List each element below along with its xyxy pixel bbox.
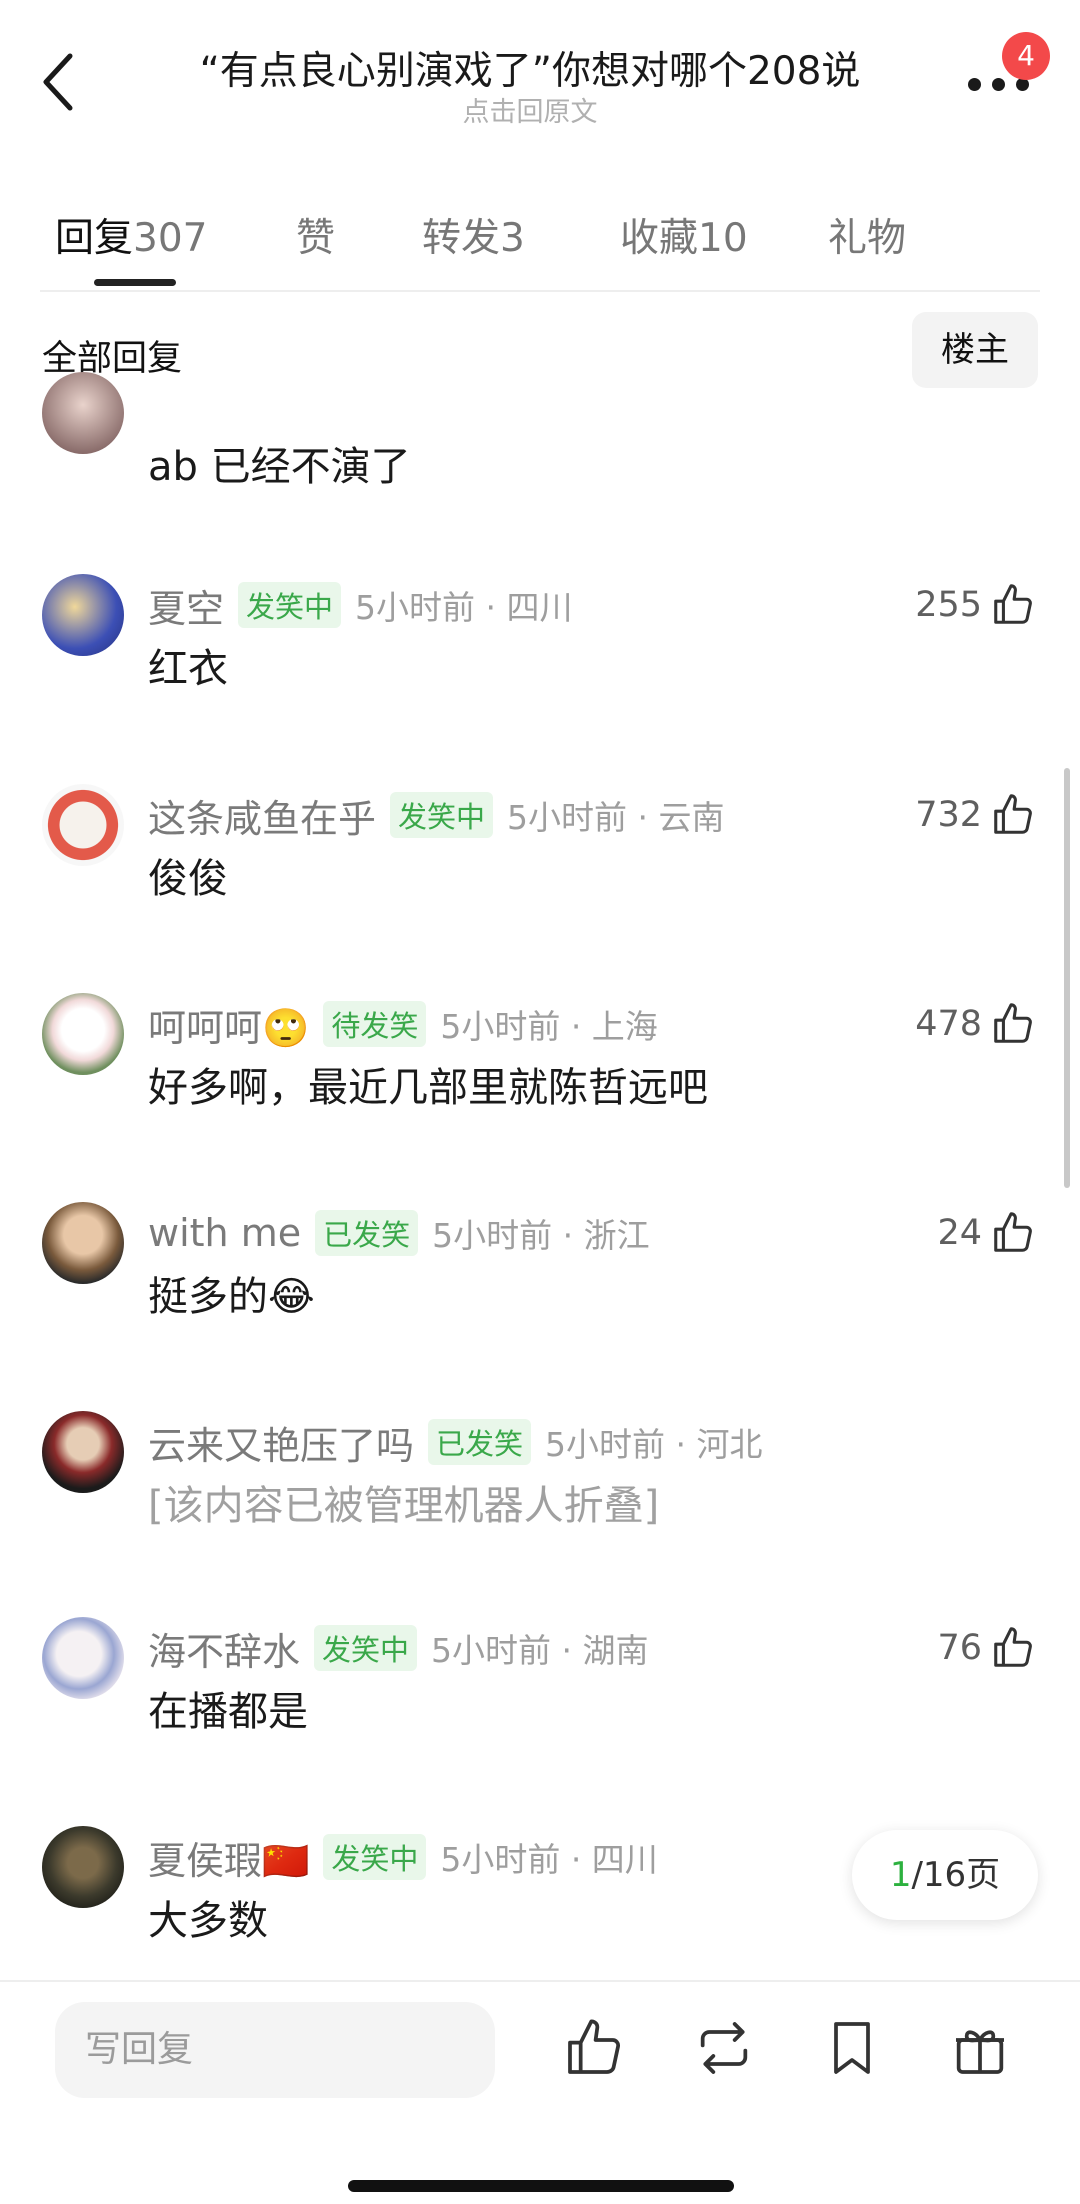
list-item[interactable]: with me 已发笑 5小时前 · 浙江 挺多的😂 24 [0,1202,1080,1382]
username[interactable]: with me [148,1211,301,1255]
post-title[interactable]: “有点良心别演戏了”你想对哪个208说 [150,40,910,96]
username[interactable]: 呵呵呵🙄 [148,997,309,1052]
like-button[interactable]: 255 [915,580,1036,630]
top-bar: “有点良心别演戏了”你想对哪个208说 点击回原文 4 [0,0,1080,150]
timestamp-location: 5小时前 · 浙江 [432,1216,650,1255]
list-item[interactable]: 海不辞水 发笑中 5小时前 · 湖南 在播都是 76 [0,1617,1080,1797]
comment-meta: 云来又艳压了吗 已发笑 5小时前 · 河北 [148,1415,763,1470]
repost-icon[interactable] [692,2016,756,2080]
username[interactable]: 云来又艳压了吗 [148,1415,414,1470]
tab-likes[interactable]: 赞 [296,207,335,263]
timestamp-location: 5小时前 · 四川 [355,588,573,627]
status-badge: 发笑中 [323,1834,427,1880]
notification-badge: 4 [1002,32,1050,80]
like-count: 76 [937,1628,982,1668]
thumbs-up-icon [990,1210,1036,1256]
back-arrow-icon[interactable] [40,52,80,112]
reply-input[interactable]: 写回复 [55,2002,495,2098]
like-count: 478 [915,1004,982,1044]
list-item[interactable]: ab 已经不演了 [0,372,1080,498]
status-badge: 发笑中 [238,582,342,628]
comment-meta: 这条咸鱼在乎 发笑中 5小时前 · 云南 [148,788,725,843]
back-to-post-link[interactable]: 点击回原文 [150,90,910,129]
thumbs-up-icon [990,582,1036,628]
scrollbar[interactable] [1064,768,1070,1188]
list-item[interactable]: 这条咸鱼在乎 发笑中 5小时前 · 云南 俊俊 732 [0,784,1080,964]
comment-meta: 夏侯瑕🇨🇳 发笑中 5小时前 · 四川 [148,1830,658,1885]
like-button[interactable]: 76 [937,1623,1036,1673]
comment-text: 红衣 [148,646,228,692]
comment-meta: 呵呵呵🙄 待发笑 5小时前 · 上海 [148,997,658,1052]
gift-icon[interactable] [948,2016,1012,2080]
page-indicator[interactable]: 1/16页 [852,1830,1038,1920]
home-indicator [348,2180,734,2192]
total-pages: /16页 [911,1855,1001,1895]
comment-text: 在播都是 [148,1689,308,1735]
list-item[interactable]: 呵呵呵🙄 待发笑 5小时前 · 上海 好多啊，最近几部里就陈哲远吧 478 [0,993,1080,1173]
thumbs-up-icon [990,1001,1036,1047]
thumbs-up-icon [990,792,1036,838]
avatar[interactable] [42,574,124,656]
like-count: 732 [915,795,982,835]
timestamp-location: 5小时前 · 云南 [507,798,725,837]
status-badge: 已发笑 [428,1419,532,1465]
status-badge: 发笑中 [390,792,494,838]
comment-text: 好多啊，最近几部里就陈哲远吧 [148,1065,708,1111]
active-tab-indicator [94,279,176,286]
like-count: 24 [937,1213,982,1253]
divider [0,1980,1080,1982]
like-button[interactable]: 478 [915,999,1036,1049]
like-count: 255 [915,585,982,625]
tab-favorites[interactable]: 收藏10 [620,207,748,263]
tab-replies[interactable]: 回复307 [55,207,207,263]
username[interactable]: 夏空 [148,578,224,633]
avatar[interactable] [42,1617,124,1699]
timestamp-location: 5小时前 · 湖南 [431,1631,649,1670]
comment-text: ab 已经不演了 [148,444,411,490]
avatar[interactable] [42,993,124,1075]
username[interactable]: 这条咸鱼在乎 [148,788,376,843]
timestamp-location: 5小时前 · 河北 [545,1425,763,1464]
status-badge: 待发笑 [323,1001,427,1047]
bottom-action-bar: 写回复 [0,1980,1080,2204]
tab-reposts[interactable]: 转发3 [422,207,525,263]
timestamp-location: 5小时前 · 上海 [440,1007,658,1046]
status-badge: 发笑中 [314,1625,418,1671]
tab-bar: 回复307 赞 转发3 收藏10 礼物 [0,195,1080,290]
divider [40,290,1040,292]
username[interactable]: 海不辞水 [148,1621,300,1676]
status-badge: 已发笑 [315,1210,419,1256]
like-button[interactable]: 24 [937,1208,1036,1258]
all-replies-label: 全部回复 [42,339,183,379]
comment-text: 大多数 [148,1898,268,1944]
list-item[interactable]: 云来又艳压了吗 已发笑 5小时前 · 河北 [该内容已被管理机器人折叠] [0,1411,1080,1591]
avatar[interactable] [42,784,124,866]
username[interactable]: 夏侯瑕🇨🇳 [148,1830,309,1885]
current-page: 1 [889,1855,912,1895]
comment-meta: 夏空 发笑中 5小时前 · 四川 [148,578,573,633]
list-item[interactable]: 夏空 发笑中 5小时前 · 四川 红衣 255 [0,574,1080,754]
bookmark-icon[interactable] [820,2016,884,2080]
avatar[interactable] [42,1826,124,1908]
comment-text: 俊俊 [148,856,228,902]
comment-meta: with me 已发笑 5小时前 · 浙江 [148,1208,650,1258]
tab-gifts[interactable]: 礼物 [828,207,906,263]
avatar[interactable] [42,372,124,454]
timestamp-location: 5小时前 · 四川 [440,1840,658,1879]
op-only-button[interactable]: 楼主 [912,312,1038,388]
thumbs-up-icon [990,1625,1036,1671]
avatar[interactable] [42,1202,124,1284]
folded-comment-text[interactable]: [该内容已被管理机器人折叠] [148,1473,659,1531]
avatar[interactable] [42,1411,124,1493]
thumbs-up-icon[interactable] [562,2016,626,2080]
like-button[interactable]: 732 [915,790,1036,840]
comment-meta: 海不辞水 发笑中 5小时前 · 湖南 [148,1621,649,1676]
comment-text: 挺多的😂 [148,1274,315,1320]
